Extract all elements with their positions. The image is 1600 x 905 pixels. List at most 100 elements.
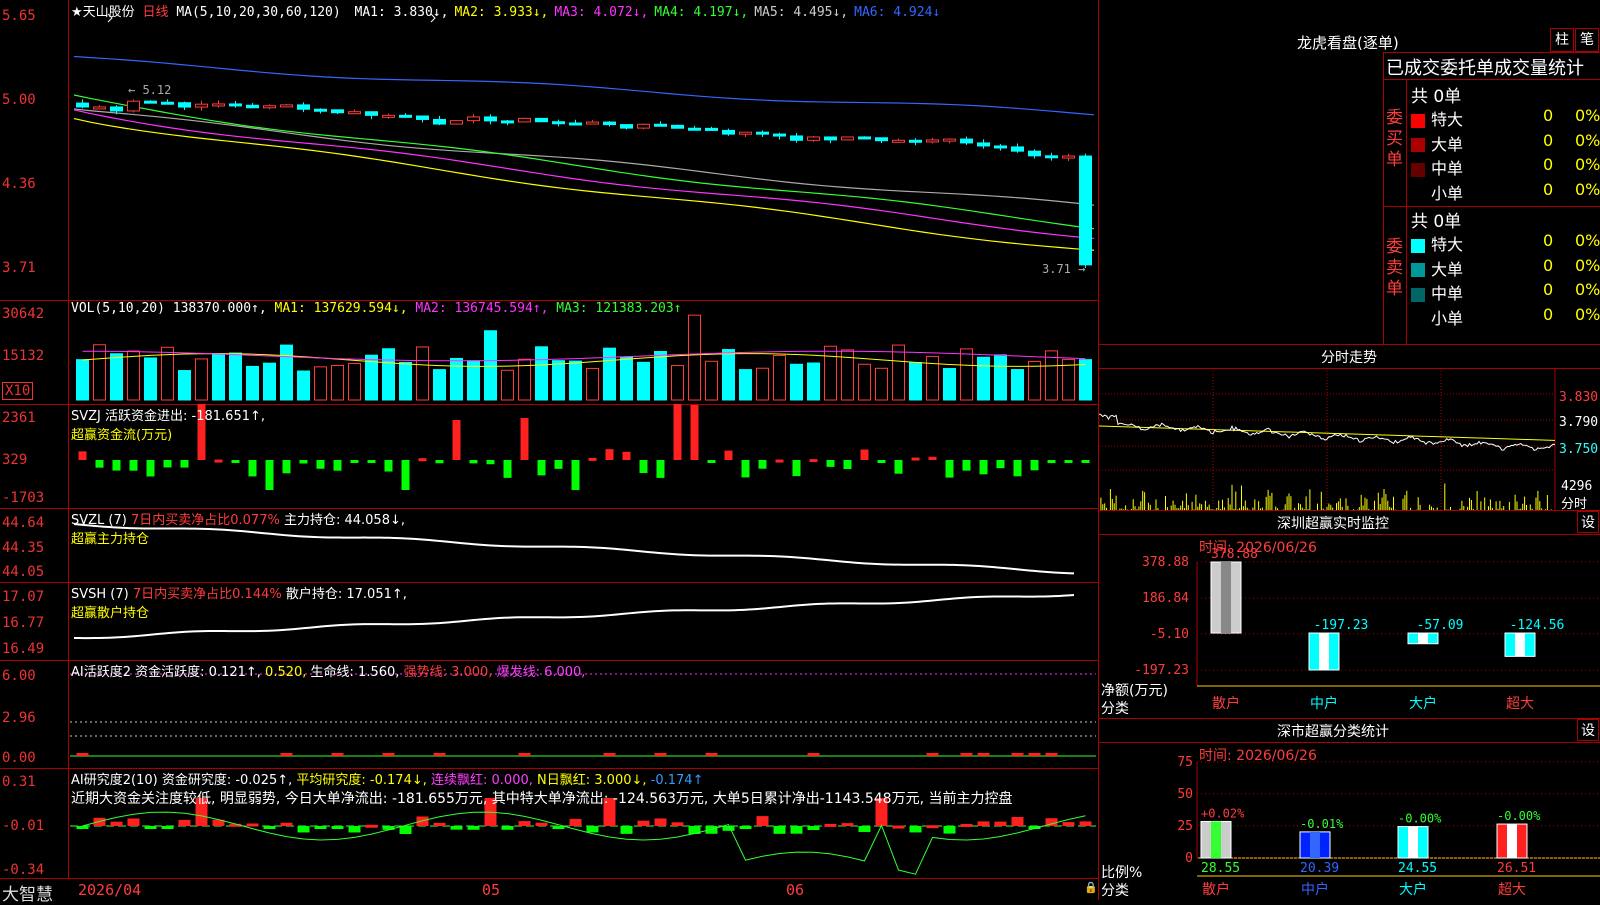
stock-name[interactable]: ★天山股份 [71,5,135,20]
tab-tick-view[interactable]: 笔 [1575,28,1599,52]
ai-active-pane[interactable]: 6.00 2.96 0.00 AI活跃度2 资金活跃度: 0.121↑, 0.5… [0,660,1098,769]
buy-row-pct: 0% [1575,130,1600,150]
research-bar [739,826,752,829]
flow-bar [724,450,733,460]
cls-ylabel2: 分类 [1101,883,1129,899]
flow-bar [180,460,189,468]
candle [858,136,871,140]
flow-bar [656,460,665,478]
sz-monitor-panel[interactable]: 深圳超赢实时监控 设 时间: 2026/06/26 378.88 186.84 -5… [1098,510,1600,719]
research-bar [263,826,276,829]
sell-row-pct: 0% [1575,304,1600,324]
flow-bar [299,460,308,464]
flow-bar [401,460,410,490]
candle [892,139,905,143]
sell-group: 委卖单 共 0单 特大 0 0% 大单 0 0% 中单 0 0% 小单 0 0% [1384,205,1600,345]
buy-row: 小单 0 0% [1407,180,1600,204]
vol-ma3: MA3: 121383.203↑ [556,301,682,316]
volume-bar [1079,359,1092,401]
sz-ylabel1: 净额(万元) [1101,683,1168,699]
flow-bar [1047,460,1056,464]
activity-bar [76,753,89,756]
intraday-panel[interactable]: 分时走势 3.830 3.790 3.750 4296 分时 [1098,344,1600,512]
research-bar [671,822,684,826]
candle [705,127,718,131]
svzl-text1: 7日内买卖净占比0.077% [130,513,280,528]
ma-line [73,55,1095,116]
svsh-text2: 散户持仓: 17.051↑, [285,587,407,602]
candle [144,100,157,104]
candle [263,105,276,109]
volume-bar [875,367,888,401]
ai-active-t2: 0.520, [265,665,307,680]
activity-bar [1011,753,1024,756]
class-stats-panel[interactable]: 深市超赢分类统计 设 时间: 2026/06/26 75 50 25 0 +0.02% 2… [1098,718,1600,900]
ai-research-pane[interactable]: 0.31 -0.01 -0.34 AI研究度2(10) 资金研究度: -0.02… [0,768,1098,878]
flow-bar [486,460,495,465]
flow-bar [673,404,682,460]
candle [807,136,820,141]
activity-bar [1045,753,1058,756]
cls-category: 超大 [1498,882,1526,898]
sz-bar-label: 378.88 [1211,547,1258,562]
volume-pane[interactable]: 30642 15132 X10 VOL(5,10,20) 138370.000↑… [0,300,1098,405]
sz-bar-chart: 378.88 186.84 -5.10 -197.23 378.88 散户 -197.23 中… [1134,547,1600,712]
research-bar [331,826,344,829]
sell-row-count: 0 [1543,280,1554,299]
price-pane[interactable]: 5.65 5.00 4.36 3.71 ★天山股份 日线 MA(5,10,20,… [0,0,1098,301]
color-swatch [1411,162,1425,177]
research-bar [858,826,871,832]
research-bar [365,824,378,828]
candle [586,121,599,125]
lhb-panel: 龙虎看盘(逐单) 柱 笔 已成交委托单成交量统计 委买单 共 0单 特大 0 0% 大… [1098,0,1600,345]
svsh-pane[interactable]: 17.07 16.77 16.49 SVSH (7) 7日内买卖净占比0.144… [0,582,1098,661]
volume-bar [246,365,259,401]
svzj-pane[interactable]: 2361 329 -1703 SVZJ 活跃资金进出: -181.651↑, 超… [0,404,1098,509]
candle [161,101,174,105]
volume-bar [552,360,565,401]
buy-row-count: 0 [1543,130,1554,150]
lock-icon[interactable]: 🔒 [1084,881,1098,894]
research-bar [773,826,786,834]
volume-bar [654,350,667,401]
flow-bar [843,460,852,470]
activity-bar [331,753,344,756]
candle [416,115,429,120]
flow-bar [639,460,648,473]
research-bar [569,818,582,826]
ai-active-label: AI活跃度2 [71,665,131,680]
tab-bar-view[interactable]: 柱 [1550,28,1574,52]
candle [552,121,565,125]
volume-bar [569,360,582,401]
period-label[interactable]: 日线 [142,5,168,20]
cls-change-label: -0.01% [1300,817,1344,831]
flow-bar [1081,460,1090,463]
candle [1079,155,1092,266]
buy-row-pct: 0% [1575,155,1600,174]
research-bar [586,826,599,833]
cls-change-label: -0.00% [1398,812,1442,826]
candle [994,145,1007,149]
brand[interactable]: 大智慧 [2,880,53,905]
flow-bar [537,460,546,476]
svzl-pane[interactable]: 44.64 44.35 44.05 SVZL (7) 7日内买卖净占比0.077… [0,508,1098,583]
color-swatch [1411,138,1425,152]
high-price-label: ← 5.12 [128,83,172,97]
research-bar [756,816,769,826]
candle [229,103,242,107]
volume-bar [790,363,803,401]
volume-bar [484,330,497,401]
sell-row-count: 0 [1543,231,1554,250]
candle [909,139,922,143]
candle [484,116,497,122]
svsh-sub: 超赢散户持仓 [71,606,150,621]
candle [365,111,378,116]
research-bar [110,821,123,826]
intraday-chart [1099,368,1556,510]
candle [688,127,701,131]
flow-bar [945,460,954,478]
candle [841,136,854,141]
volume-bar [739,369,752,401]
flow-bar [350,460,359,463]
ai-research-label: AI研究度2(10) [71,773,158,788]
